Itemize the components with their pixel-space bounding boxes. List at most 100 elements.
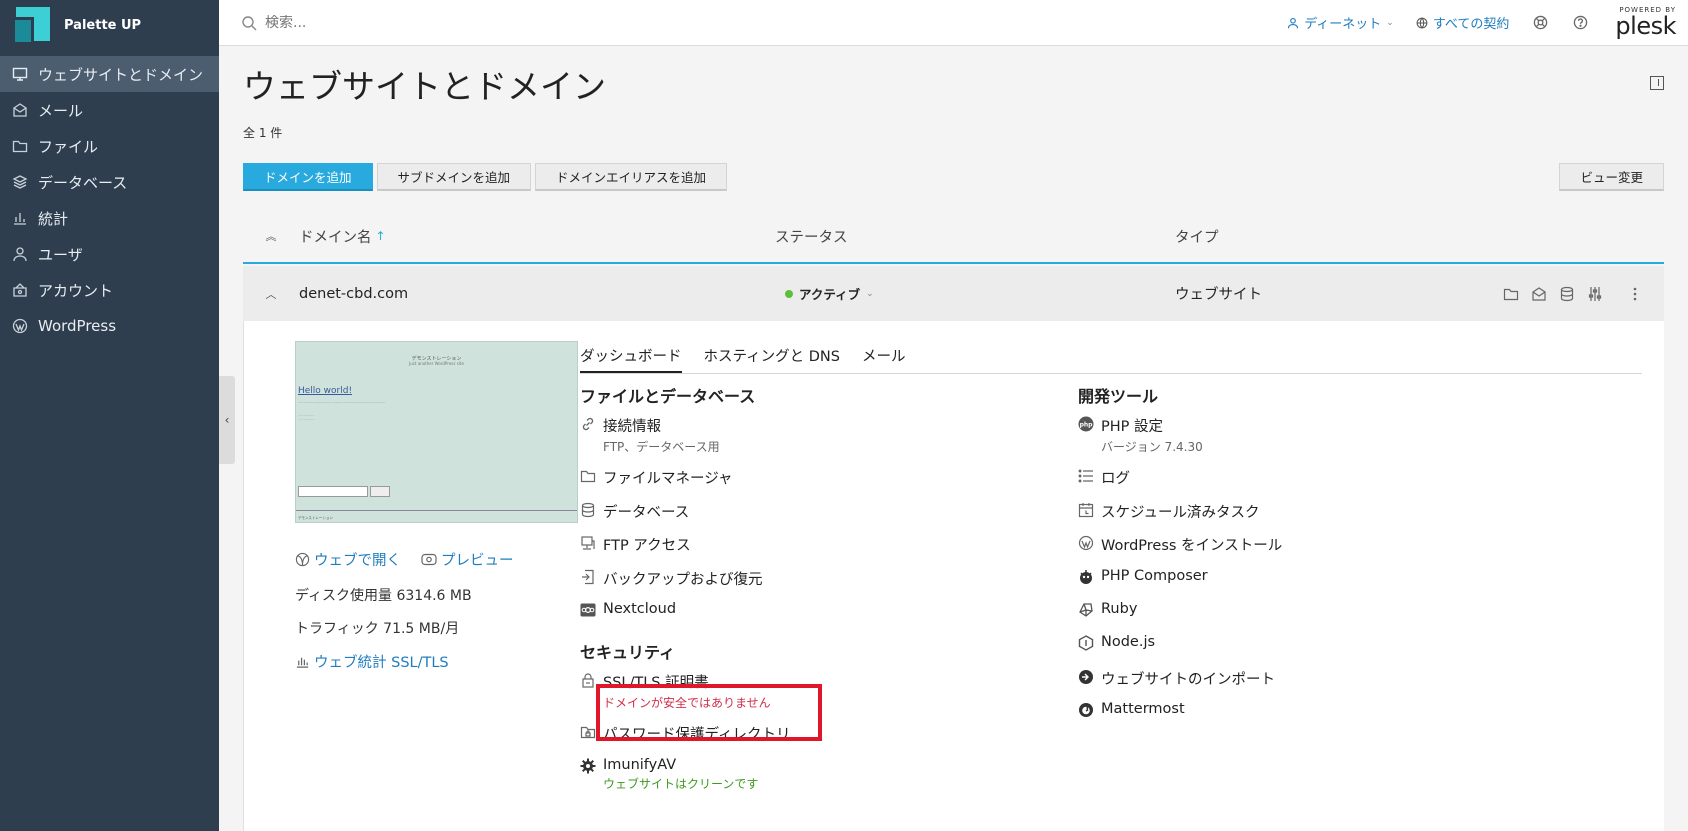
- scheduled-tasks-tool[interactable]: スケジュール済みタスク: [1078, 501, 1259, 522]
- add-subdomain-button[interactable]: サブドメインを追加: [376, 163, 532, 191]
- header-actions: ディーネット ⌄ すべての契約 POWERED BY plesk: [1287, 7, 1688, 38]
- nodejs-tool[interactable]: Node.js: [1078, 634, 1155, 651]
- column-type[interactable]: タイプ: [1175, 226, 1475, 247]
- more-icon[interactable]: [1626, 285, 1644, 303]
- chevron-up-icon[interactable]: ︿: [243, 286, 299, 302]
- certificate-lock-icon: [582, 673, 594, 688]
- table-row: ︿ denet-cbd.com アクティブ ⌄ ウェブサイト: [243, 266, 1664, 321]
- panel-toggle-icon[interactable]: [1650, 76, 1664, 90]
- ruby-tool[interactable]: Ruby: [1078, 601, 1137, 618]
- imunifyav-tool[interactable]: ImunifyAV ウェブサイトはクリーンです: [580, 757, 758, 792]
- preview-text-line: ........................................…: [298, 400, 385, 404]
- support-icon[interactable]: [1531, 14, 1549, 32]
- search-box: [219, 14, 819, 31]
- password-directory-tool[interactable]: パスワード保護ディレクトリ: [580, 723, 790, 744]
- web-stats-label: ウェブ統計 SSL/TLS: [314, 655, 449, 671]
- table-header: ︽ ドメイン名 ↑ ステータス タイプ: [243, 210, 1664, 264]
- sidebar-item-websites[interactable]: ウェブサイトとドメイン: [0, 56, 219, 92]
- sidebar-item-mail[interactable]: メール: [0, 92, 219, 128]
- mail-icon[interactable]: [1530, 285, 1548, 303]
- preview-footer: デモンストレーション: [298, 516, 333, 520]
- sidebar-item-account[interactable]: アカウント: [0, 272, 219, 308]
- database-icon[interactable]: [1558, 285, 1576, 303]
- subscriptions-menu[interactable]: すべての契約: [1416, 13, 1509, 32]
- imunifyav-label: ImunifyAV: [603, 757, 677, 773]
- sidebar-item-label: アカウント: [38, 281, 114, 300]
- file-manager-tool[interactable]: ファイルマネージャ: [580, 467, 732, 488]
- ftp-access-tool[interactable]: FTP アクセス: [580, 534, 691, 555]
- brand-logo-icon: [12, 5, 52, 45]
- settings-sliders-icon[interactable]: [1586, 285, 1604, 303]
- wordpress-install-tool[interactable]: WordPress をインストール: [1078, 534, 1282, 555]
- ruby-icon: [1079, 603, 1093, 617]
- nodejs-label: Node.js: [1101, 634, 1156, 650]
- php-settings-tool[interactable]: php PHP 設定バージョン 7.4.30: [1078, 415, 1203, 455]
- imunifyav-status: ウェブサイトはクリーンです: [603, 777, 759, 791]
- mattermost-label: Mattermost: [1101, 701, 1185, 717]
- layers-icon: [12, 175, 28, 189]
- preview-link[interactable]: プレビュー: [421, 549, 514, 570]
- plesk-logo[interactable]: POWERED BY plesk: [1615, 7, 1676, 39]
- ruby-label: Ruby: [1101, 601, 1138, 617]
- sidebar-nav: ウェブサイトとドメイン メール ファイル データベース 統計 ユーザ アカウント: [0, 56, 219, 344]
- column-domain-label: ドメイン名: [299, 229, 372, 246]
- add-alias-button[interactable]: ドメインエイリアスを追加: [535, 163, 728, 191]
- site-preview-thumbnail[interactable]: デモンストレーション Just another WordPress site H…: [295, 341, 578, 523]
- wordpress-icon: [1078, 535, 1094, 551]
- php-composer-tool[interactable]: PHP Composer: [1078, 568, 1208, 585]
- sidebar-item-label: ファイル: [38, 137, 99, 156]
- search-input[interactable]: [265, 14, 665, 31]
- user-icon: [1288, 17, 1299, 28]
- database-tool[interactable]: データベース: [580, 501, 689, 522]
- column-domain[interactable]: ドメイン名 ↑: [299, 226, 775, 247]
- account-icon: [13, 283, 27, 297]
- sidebar-item-files[interactable]: ファイル: [0, 128, 219, 164]
- php-icon: php: [1078, 416, 1094, 432]
- open-in-web-label: ウェブで開く: [314, 553, 401, 569]
- collapse-all-icon[interactable]: ︽: [243, 228, 299, 244]
- sidebar-item-statistics[interactable]: 統計: [0, 200, 219, 236]
- import-globe-icon: [1079, 670, 1093, 684]
- column-status[interactable]: ステータス: [775, 226, 1175, 247]
- nextcloud-tool[interactable]: Nextcloud: [580, 601, 676, 618]
- connection-info-tool[interactable]: 接続情報 FTP、データベース用: [580, 415, 720, 455]
- disk-usage: ディスク使用量 6314.6 MB: [295, 588, 472, 604]
- mattermost-tool[interactable]: Mattermost: [1078, 701, 1185, 718]
- preview-divider: [296, 510, 577, 511]
- nodejs-icon: [1078, 635, 1094, 651]
- sidebar-item-label: ユーザ: [38, 245, 83, 264]
- website-import-tool[interactable]: ウェブサイトのインポート: [1078, 668, 1275, 689]
- user-menu[interactable]: ディーネット ⌄: [1287, 13, 1394, 32]
- connection-info-label: 接続情報: [603, 419, 661, 435]
- logs-tool[interactable]: ログ: [1078, 467, 1130, 488]
- nextcloud-icon: [580, 603, 596, 617]
- ftp-access-label: FTP アクセス: [603, 538, 691, 554]
- php-composer-label: PHP Composer: [1101, 568, 1208, 584]
- tab-mail[interactable]: メール: [862, 345, 906, 373]
- database-label: データベース: [603, 505, 690, 521]
- globe-icon: [1416, 17, 1428, 28]
- preview-search-button: [370, 486, 390, 497]
- open-in-web-link[interactable]: ウェブで開く: [295, 549, 401, 570]
- backup-icon: [582, 569, 594, 585]
- tab-dashboard[interactable]: ダッシュボード: [580, 345, 682, 373]
- ssl-warning: ドメインが安全ではありません: [603, 696, 771, 710]
- php-settings-label: PHP 設定: [1101, 419, 1164, 435]
- web-stats-link[interactable]: ウェブ統計 SSL/TLS: [295, 651, 449, 672]
- sidebar-item-databases[interactable]: データベース: [0, 164, 219, 200]
- change-view-button[interactable]: ビュー変更: [1559, 163, 1664, 191]
- row-actions: [1502, 285, 1664, 303]
- folder-icon[interactable]: [1502, 285, 1520, 303]
- php-version: バージョン 7.4.30: [1101, 440, 1203, 454]
- domain-type: ウェブサイト: [1175, 287, 1262, 303]
- section-security-title: セキュリティ: [580, 643, 676, 662]
- add-domain-button[interactable]: ドメインを追加: [243, 163, 373, 191]
- backup-tool[interactable]: バックアップおよび復元: [580, 568, 763, 589]
- help-icon[interactable]: [1571, 14, 1589, 32]
- status-dropdown[interactable]: アクティブ ⌄: [785, 284, 1175, 303]
- ssl-tls-tool[interactable]: SSL/TLS 証明書 ドメインが安全ではありません: [580, 671, 771, 711]
- brand[interactable]: Palette UP: [0, 0, 219, 50]
- tab-hosting-dns[interactable]: ホスティングと DNS: [704, 345, 840, 373]
- sidebar-item-users[interactable]: ユーザ: [0, 236, 219, 272]
- sidebar-item-wordpress[interactable]: WordPress: [0, 308, 219, 344]
